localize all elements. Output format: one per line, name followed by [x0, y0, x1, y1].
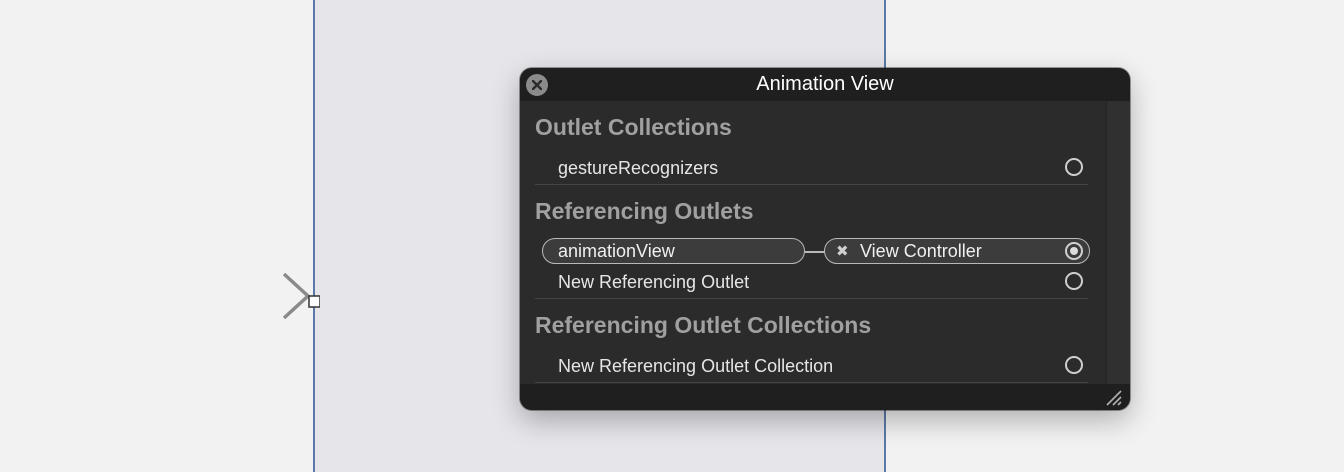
- section-heading-outlet-collections: Outlet Collections: [535, 114, 732, 140]
- divider: [535, 184, 1088, 185]
- connect-circle-gesture-recognizers[interactable]: [1065, 158, 1083, 176]
- scrollbar[interactable]: [1106, 101, 1130, 384]
- connection-source-label: animationView: [558, 241, 675, 261]
- close-x-icon[interactable]: ✖: [836, 240, 849, 263]
- resize-grip-icon[interactable]: [1105, 390, 1123, 406]
- outlet-row-new-referencing-outlet-collection: New Referencing Outlet Collection: [558, 356, 834, 376]
- popover-title: Animation View: [756, 73, 894, 95]
- section-heading-referencing-outlets: Referencing Outlets: [535, 198, 754, 224]
- connect-circle-new-referencing-outlet-collection[interactable]: [1065, 356, 1083, 374]
- divider: [535, 298, 1088, 299]
- connected-circle-icon[interactable]: [1065, 242, 1083, 260]
- connection-target-label: View Controller: [860, 241, 982, 261]
- connection-target-pill[interactable]: ✖ View Controller: [824, 238, 1090, 264]
- entry-point-arrow-icon[interactable]: [172, 270, 320, 320]
- section-heading-referencing-outlet-collections: Referencing Outlet Collections: [535, 312, 872, 338]
- popover-footer: [520, 384, 1130, 410]
- connection-source-pill[interactable]: animationView: [542, 238, 805, 264]
- divider: [535, 382, 1088, 383]
- connections-popover: Animation View Outlet Collections gestur…: [520, 68, 1130, 410]
- connect-circle-new-referencing-outlet[interactable]: [1065, 272, 1083, 290]
- popover-titlebar: Animation View: [520, 68, 1130, 101]
- outlet-row-gesture-recognizers: gestureRecognizers: [558, 158, 719, 178]
- connection-line: [805, 251, 825, 253]
- outlet-row-new-referencing-outlet: New Referencing Outlet: [558, 272, 750, 292]
